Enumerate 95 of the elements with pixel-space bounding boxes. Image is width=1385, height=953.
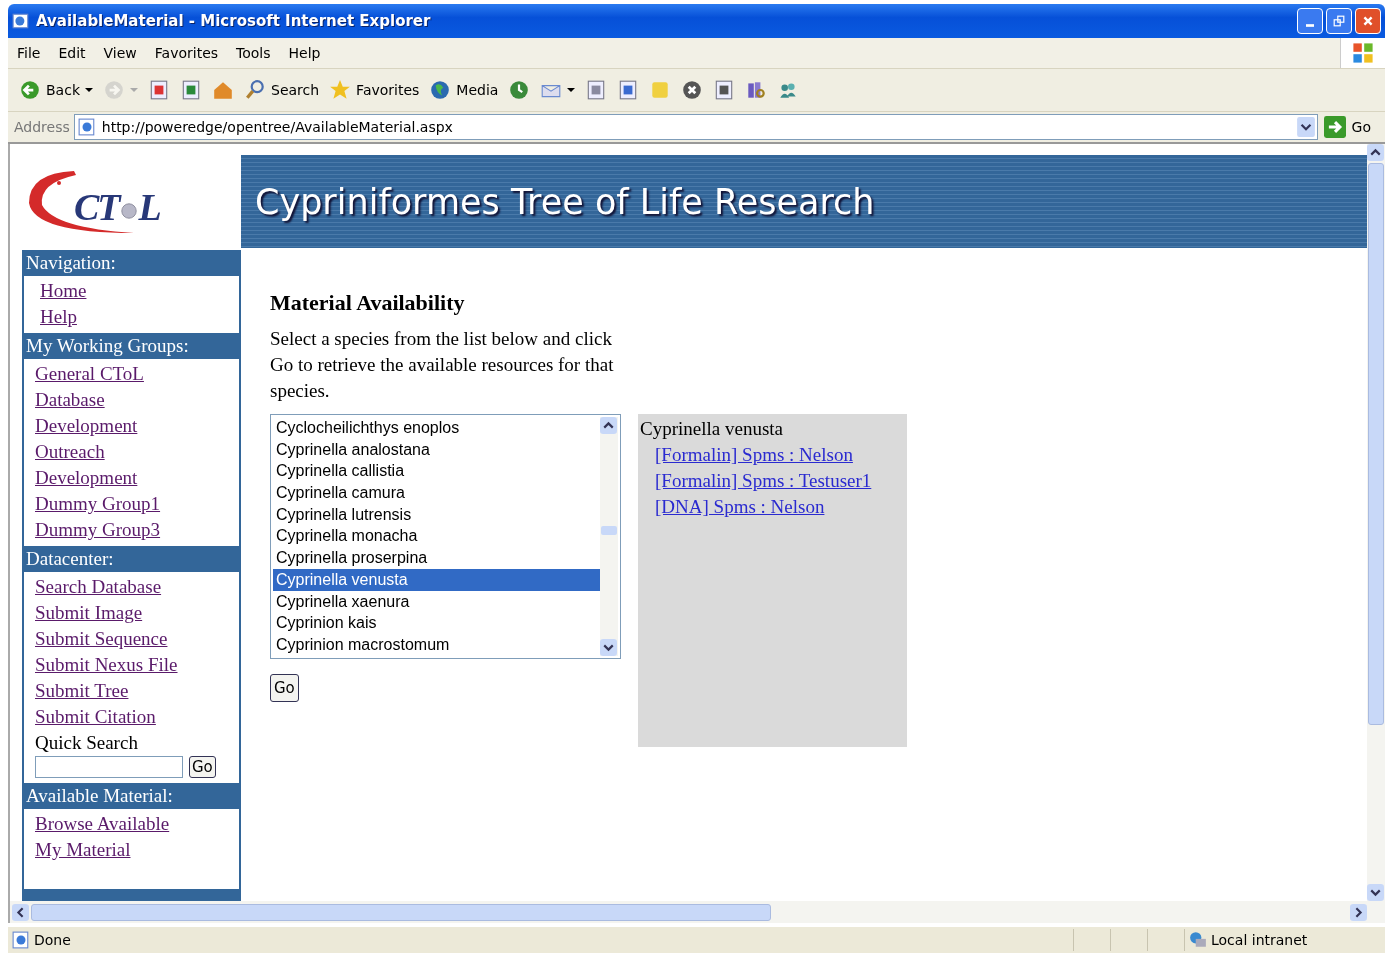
caret-icon xyxy=(567,88,576,92)
menu-item[interactable]: Tools xyxy=(227,45,280,61)
section-header: Datacenter: xyxy=(24,546,239,572)
toolbar-button[interactable]: Media xyxy=(424,77,504,103)
nav-link[interactable]: Submit Sequence xyxy=(35,626,168,652)
nav-link[interactable]: Dummy Group1 xyxy=(35,491,161,517)
nav-link[interactable]: Submit Citation xyxy=(35,704,156,730)
nav-link[interactable]: Database xyxy=(35,387,105,413)
resource-link[interactable]: [Formalin] Spms : Testuser1 xyxy=(655,468,872,494)
nav-link[interactable]: Dummy Group3 xyxy=(35,517,161,543)
species-option[interactable]: Cyprinella lutrensis xyxy=(273,503,600,526)
species-option[interactable]: Cyprinella camura xyxy=(273,482,600,504)
quick-search-field[interactable] xyxy=(35,756,183,778)
list-scrollbar[interactable] xyxy=(600,417,618,656)
address-label: Address xyxy=(14,119,70,135)
page-icon xyxy=(12,931,30,949)
menu-item[interactable]: Help xyxy=(279,45,330,61)
star-icon xyxy=(329,79,352,101)
books-icon xyxy=(745,79,768,101)
species-option[interactable]: Cyprinella callistia xyxy=(273,460,600,483)
nav-link[interactable]: Help xyxy=(40,304,77,330)
section-header: Navigation: xyxy=(24,250,239,276)
zone-text: Local intranet xyxy=(1211,932,1308,948)
scroll-left-icon[interactable] xyxy=(12,903,29,921)
scroll-down-icon[interactable] xyxy=(1367,884,1384,901)
menu-item[interactable]: Favorites xyxy=(145,45,228,61)
nav-link[interactable]: Home xyxy=(40,278,87,304)
species-option[interactable]: Cyprinion kais xyxy=(273,612,600,634)
nav-link[interactable]: Search Database xyxy=(35,574,162,600)
go-button[interactable]: Go xyxy=(270,674,299,702)
toolbar-button[interactable]: Back xyxy=(14,77,98,103)
species-name: Cyprinella venusta xyxy=(640,417,784,441)
close-button[interactable] xyxy=(1355,8,1381,34)
menu-item[interactable]: View xyxy=(94,45,146,61)
globe-icon xyxy=(429,79,452,101)
species-option[interactable]: Cyprinella proserpina xyxy=(273,547,600,569)
minimize-button[interactable] xyxy=(1297,8,1323,34)
minimize-icon xyxy=(1306,23,1314,27)
intro-text: Select a species from the list below and click Go to retrieve the available resources for that species. xyxy=(270,327,615,403)
nav-link[interactable]: Submit Tree xyxy=(35,678,129,704)
restore-icon xyxy=(1333,15,1345,27)
resource-link[interactable]: [DNA] Spms : Nelson xyxy=(655,494,825,520)
go-button[interactable]: Go xyxy=(1321,116,1385,138)
nav-link[interactable]: Development xyxy=(35,413,138,439)
search-icon xyxy=(244,79,266,101)
scroll-thumb[interactable] xyxy=(601,526,617,535)
address-field[interactable]: http://poweredge/opentree/AvailableMaterial.aspx xyxy=(73,114,1318,140)
history-icon xyxy=(508,79,531,101)
back-icon xyxy=(19,79,41,101)
restore-button[interactable] xyxy=(1326,8,1352,34)
nav-link[interactable]: Browse Available xyxy=(35,811,170,837)
toolbar-button[interactable]: Favorites xyxy=(324,77,425,103)
species-listbox[interactable] xyxy=(270,414,621,659)
species-option[interactable]: Cyprinella venusta xyxy=(273,568,600,591)
menu-item[interactable]: File xyxy=(8,45,50,61)
horizontal-scrollbar[interactable] xyxy=(8,901,1385,923)
quick-search-go-button[interactable]: Go xyxy=(189,756,216,778)
forward-icon xyxy=(103,79,125,101)
section-header: Available Material: xyxy=(24,783,239,809)
scroll-right-icon[interactable] xyxy=(1350,903,1367,921)
nav-link[interactable]: Outreach xyxy=(35,439,105,465)
window-title: AvailableMaterial - Microsoft Internet Explorer xyxy=(36,12,431,30)
nav-link[interactable]: Development xyxy=(35,465,138,491)
nav-link[interactable]: Submit Nexus File xyxy=(35,652,178,678)
toolbar-button[interactable]: Search xyxy=(239,77,325,103)
scroll-thumb[interactable] xyxy=(1368,163,1384,725)
section-header: My Working Groups: xyxy=(24,333,239,359)
species-option[interactable]: Cyprinella xaenura xyxy=(273,590,600,613)
network-icon xyxy=(1189,931,1207,949)
nav-link[interactable]: My Material xyxy=(35,837,131,863)
species-option[interactable]: Cyclocheilichthys enoplos xyxy=(273,417,600,439)
menu-item[interactable]: Edit xyxy=(49,45,95,61)
page-heading: Material Availability xyxy=(270,290,466,316)
nav-link[interactable]: General CToL xyxy=(35,361,144,387)
scroll-up-icon[interactable] xyxy=(1367,144,1384,161)
nav-link[interactable]: Submit Image xyxy=(35,600,143,626)
vertical-scrollbar[interactable] xyxy=(1367,144,1385,901)
close-icon xyxy=(1362,15,1374,27)
scroll-up-icon[interactable] xyxy=(600,417,617,434)
page-icon xyxy=(77,118,96,136)
quick-search-label: Quick Search xyxy=(35,731,139,755)
circle-x-icon xyxy=(681,79,704,101)
browser-icon xyxy=(12,12,30,30)
logo: CT L xyxy=(22,155,241,250)
caret-icon xyxy=(130,88,138,92)
species-option[interactable]: Cyprinella analostana xyxy=(273,438,600,461)
caret-icon xyxy=(85,88,93,92)
status-text: Done xyxy=(34,932,72,948)
banner-title: Cypriniformes Tree of Life Research xyxy=(255,181,875,222)
scroll-down-icon[interactable] xyxy=(600,639,617,656)
species-option[interactable]: Cyprinion macrostomum xyxy=(273,633,600,656)
address-text: http://poweredge/opentree/AvailableMaterial.aspx xyxy=(101,119,453,135)
resource-link[interactable]: [Formalin] Spms : Nelson xyxy=(655,442,853,468)
species-option[interactable]: Cyprinella monacha xyxy=(273,525,600,548)
scroll-thumb[interactable] xyxy=(31,903,771,921)
